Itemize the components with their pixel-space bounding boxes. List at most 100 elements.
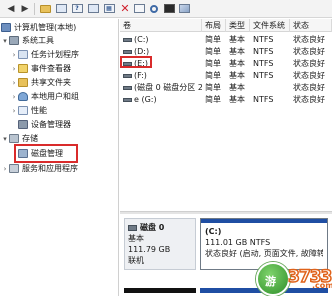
volume-list: 卷 布局 类型 文件系统 状态 (C:) 简单 基本 NTFS 状态良好 (D:… [120,19,332,211]
command-prompt-icon[interactable] [162,2,176,15]
folder-icon[interactable] [38,2,52,15]
cell-type: 基本 [229,71,245,80]
tree-label-performance: 性能 [31,106,47,115]
forward-icon[interactable]: ▶ [18,2,32,15]
volume-icon [123,73,132,78]
tree-item-performance[interactable]: › 性能 [10,104,47,117]
expand-right-icon[interactable]: › [10,107,18,115]
disk-kind: 基本 [128,234,144,243]
disk-icon [128,224,137,231]
help-topics-icon[interactable]: ▦ [102,2,116,15]
cell-filesystem [250,82,290,93]
toolbox-icon [9,36,19,45]
unallocated-swatch [124,288,196,293]
expand-down-icon[interactable]: ▾ [1,37,9,45]
tree-label-local-users: 本地用户和组 [31,92,79,101]
volume-icon [123,97,132,102]
column-header-filesystem[interactable]: 文件系统 [250,19,290,32]
properties-icon[interactable] [86,2,100,15]
cell-volume: (C:) [134,35,149,44]
cell-filesystem: NTFS [253,71,274,80]
table-row[interactable]: (磁盘 0 磁盘分区 2) 简单 基本 状态良好 [120,82,332,93]
tree-item-local-users[interactable]: › 本地用户和组 [10,90,79,103]
tree-item-root[interactable]: 计算机管理(本地) [1,21,76,34]
table-row[interactable]: e (G:) 简单 基本 NTFS 状态良好 [120,94,332,105]
expand-right-icon[interactable]: › [10,51,18,59]
expand-right-icon[interactable]: › [10,93,18,101]
back-icon[interactable]: ◀ [4,2,18,15]
logo-suffix: .com [312,281,332,290]
cell-type: 基本 [229,59,245,68]
tree-item-system-tools[interactable]: ▾ 系统工具 [1,34,54,47]
logo-circle-icon: 游 [256,262,290,296]
cell-filesystem: NTFS [253,59,274,68]
search-icon[interactable] [147,2,161,15]
column-header-status[interactable]: 状态 [290,19,332,32]
cell-volume: (磁盘 0 磁盘分区 2) [134,83,202,92]
cell-layout: 简单 [205,71,221,80]
cell-status: 状态良好 [293,95,325,104]
cell-volume: e (G:) [134,95,157,104]
tree-label-services: 服务和应用程序 [22,164,78,173]
tree-item-services[interactable]: › 服务和应用程序 [1,162,78,175]
disk-0-label[interactable]: 磁盘 0 基本 111.79 GB 联机 [124,218,196,270]
table-row[interactable]: (F:) 简单 基本 NTFS 状态良好 [120,70,332,81]
disk-state: 联机 [128,256,144,265]
tree-item-shared-folders[interactable]: › 共享文件夹 [10,76,71,89]
cell-type: 基本 [229,35,245,44]
cell-status: 状态良好 [293,83,325,92]
cell-layout: 简单 [205,59,221,68]
volume-list-header: 卷 布局 类型 文件系统 状态 [120,19,332,32]
column-header-type[interactable]: 类型 [226,19,250,32]
table-row[interactable]: (C:) 简单 基本 NTFS 状态良好 [120,34,332,45]
expand-right-icon[interactable]: › [1,165,9,173]
disk-size: 111.79 GB [128,245,171,254]
partition-size: 111.01 GB NTFS [205,238,271,247]
cell-status: 状态良好 [293,59,325,68]
toolbar: ◀ ▶ ? ▦ ✕ [0,0,332,18]
cell-layout: 简单 [205,47,221,56]
device-manager-icon [18,120,28,129]
tree-label-root: 计算机管理(本地) [14,23,77,32]
check-icon[interactable] [132,2,146,15]
expand-right-icon[interactable]: › [10,65,18,73]
clock-icon [18,50,28,59]
tree-label-shared-folders: 共享文件夹 [31,78,71,87]
cell-status: 状态良好 [293,71,325,80]
console-tree-icon[interactable] [54,2,68,15]
highlight-box-volume-e [120,56,152,68]
cell-layout: 简单 [205,35,221,44]
cell-type: 基本 [229,47,245,56]
column-header-volume[interactable]: 卷 [120,19,202,32]
volume-icon [123,49,132,54]
expand-right-icon[interactable]: › [10,79,18,87]
column-header-layout[interactable]: 布局 [202,19,226,32]
tree-item-device-manager[interactable]: 设备管理器 [18,118,71,131]
disk-name: 磁盘 0 [140,223,165,232]
cell-filesystem: NTFS [253,47,274,56]
volume-icon [123,37,132,42]
partition-status: 状态良好 (启动, 页面文件, 故障转储, 主分区) [205,249,323,258]
toolbar-separator [34,3,35,15]
logo-char: 游 [265,275,276,288]
format-icon[interactable] [177,2,191,15]
highlight-box-disk-management [14,144,78,163]
cell-volume: (F:) [134,71,147,80]
watermark-logo: 游 3733 .com [256,262,332,296]
expand-down-icon[interactable]: ▾ [1,135,9,143]
performance-icon [18,106,28,115]
tree-item-event-viewer[interactable]: › 事件查看器 [10,62,71,75]
console-tree: 计算机管理(本地) ▾ 系统工具 › 任务计划程序 › 事件查看器 › 共享文件… [0,19,119,296]
tree-item-task-scheduler[interactable]: › 任务计划程序 [10,48,79,61]
delete-icon[interactable]: ✕ [118,2,132,15]
cell-filesystem: NTFS [253,95,274,104]
event-log-icon [18,64,28,73]
storage-icon [9,134,19,143]
partition-name: (C:) [205,227,222,236]
tree-label-device-manager: 设备管理器 [31,120,71,129]
computer-icon [1,23,11,32]
cell-status: 状态良好 [293,35,325,44]
cell-filesystem: NTFS [253,35,274,44]
help-icon[interactable]: ? [70,2,84,15]
services-icon [9,164,19,173]
